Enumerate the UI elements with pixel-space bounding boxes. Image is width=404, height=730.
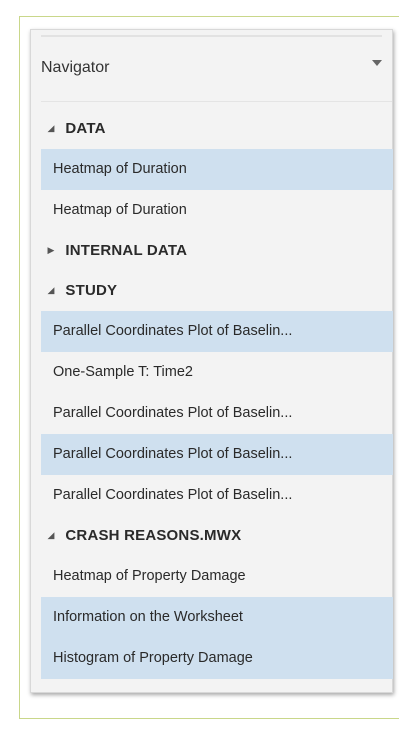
expanded-triangle-icon[interactable]: ◢ xyxy=(41,109,61,148)
section-label: INTERNAL DATA xyxy=(65,242,188,260)
tree-item-parallel-plot-3[interactable]: Parallel Coordinates Plot of Baselin... xyxy=(41,434,393,475)
panel-divider xyxy=(41,35,382,37)
expanded-triangle-icon[interactable]: ◢ xyxy=(41,271,61,310)
tree-item-heatmap-duration-1[interactable]: Heatmap of Duration xyxy=(41,149,393,190)
section-crash-reasons[interactable]: ◢ CRASH REASONS.MWX xyxy=(41,516,393,556)
section-study[interactable]: ◢ STUDY xyxy=(41,271,393,311)
tree-item-histogram-property-damage[interactable]: Histogram of Property Damage xyxy=(41,638,393,679)
section-label: CRASH REASONS.MWX xyxy=(65,527,242,545)
tree-item-heatmap-property-damage[interactable]: Heatmap of Property Damage xyxy=(41,556,393,597)
navigator-tree: ◢ DATA Heatmap of Duration Heatmap of Du… xyxy=(41,109,393,679)
tree-item-worksheet-info[interactable]: Information on the Worksheet xyxy=(41,597,393,638)
tree-item-heatmap-duration-2[interactable]: Heatmap of Duration xyxy=(41,190,393,231)
navigator-title: Navigator xyxy=(41,59,110,76)
tree-item-parallel-plot-2[interactable]: Parallel Coordinates Plot of Baselin... xyxy=(41,393,393,434)
section-internal-data[interactable]: ▶ INTERNAL DATA xyxy=(41,231,393,271)
chevron-down-icon[interactable] xyxy=(372,60,382,66)
header-divider xyxy=(41,101,392,102)
section-data[interactable]: ◢ DATA xyxy=(41,109,393,149)
collapsed-triangle-icon[interactable]: ▶ xyxy=(41,231,61,270)
tree-item-parallel-plot-4[interactable]: Parallel Coordinates Plot of Baselin... xyxy=(41,475,393,516)
tree-item-one-sample-t[interactable]: One-Sample T: Time2 xyxy=(41,352,393,393)
navigator-panel: Navigator ◢ DATA Heatmap of Duration Hea… xyxy=(30,29,393,693)
navigator-header: Navigator xyxy=(41,52,386,88)
section-label: STUDY xyxy=(65,282,118,300)
section-label: DATA xyxy=(65,120,106,138)
expanded-triangle-icon[interactable]: ◢ xyxy=(41,516,61,555)
tree-item-parallel-plot-1[interactable]: Parallel Coordinates Plot of Baselin... xyxy=(41,311,393,352)
